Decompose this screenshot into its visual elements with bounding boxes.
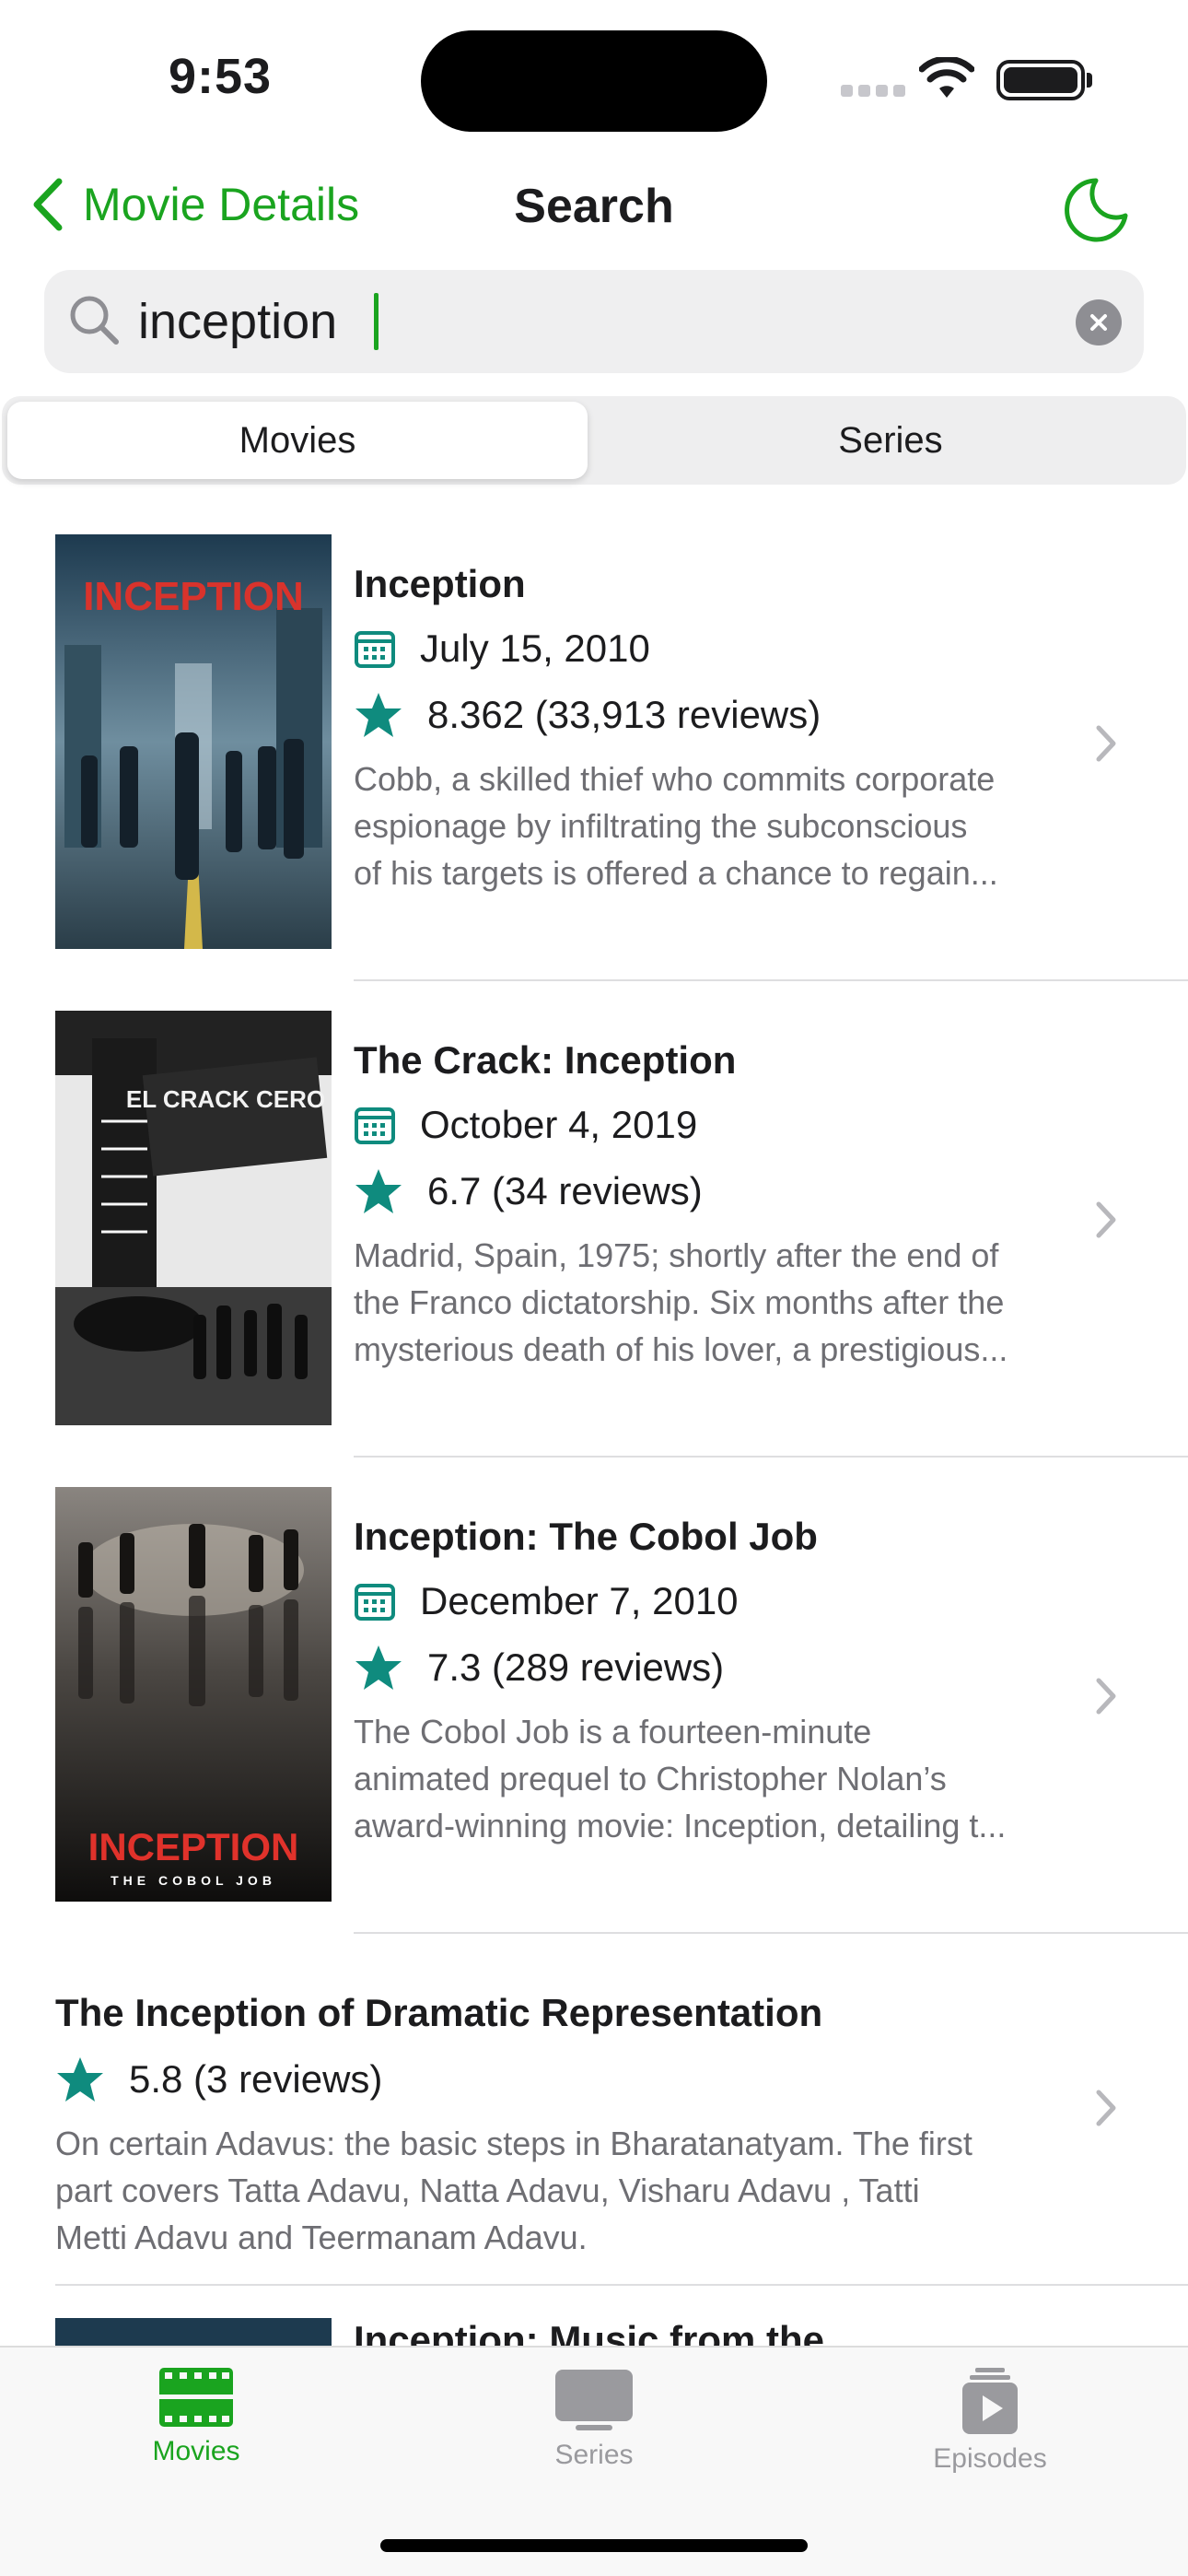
star-icon xyxy=(355,693,402,737)
chevron-right-icon xyxy=(1096,1678,1116,1715)
search-input[interactable] xyxy=(138,270,1059,373)
poster-title-text: INCEPTION xyxy=(88,1825,299,1868)
rating: 7.3 (289 reviews) xyxy=(354,1644,1090,1692)
tab-movies[interactable]: Movies xyxy=(104,2366,288,2467)
calendar-icon xyxy=(355,631,395,668)
tv-icon xyxy=(555,2370,633,2430)
rating: 8.362 (33,913 reviews) xyxy=(354,691,1090,739)
row-separator xyxy=(55,2284,1188,2286)
result-description: On certain Adavus: the basic steps in Bh… xyxy=(55,2125,973,2256)
poster-title-text: EL CRACK CERO xyxy=(126,1085,325,1113)
tab-label: Episodes xyxy=(933,2443,1047,2474)
list-item[interactable]: INCEPTION THE COBOL JOB Inception: The C… xyxy=(0,1487,1188,1934)
episodes-icon xyxy=(962,2368,1018,2434)
result-title: The Crack: Inception xyxy=(354,1038,737,1082)
movie-poster: EL CRACK CERO xyxy=(55,1011,332,1425)
movie-poster: INCEPTION THE COBOL JOB xyxy=(55,1487,332,1902)
tab-episodes[interactable]: Episodes xyxy=(898,2366,1082,2475)
chevron-right-icon xyxy=(1096,725,1116,762)
film-icon xyxy=(159,2368,233,2427)
star-icon xyxy=(355,1645,402,1690)
row-separator xyxy=(354,979,1188,981)
calendar-icon xyxy=(355,1584,395,1621)
list-item[interactable]: The Inception of Dramatic Representation… xyxy=(0,1963,1188,2286)
segmented-control: Movies Series xyxy=(2,396,1186,485)
segment-series[interactable]: Series xyxy=(600,402,1181,479)
result-title: Inception xyxy=(354,562,526,605)
result-description: Madrid, Spain, 1975; shortly after the e… xyxy=(354,1236,1008,1368)
status-time: 9:53 xyxy=(169,49,273,104)
poster-subtitle-text: THE COBOL JOB xyxy=(111,1873,276,1888)
rating: 6.7 (34 reviews) xyxy=(354,1167,1090,1215)
release-date: July 15, 2010 xyxy=(354,626,1090,671)
movie-poster: INCEPTION xyxy=(55,534,332,949)
text-cursor xyxy=(374,293,379,350)
result-description: Cobb, a skilled thief who commits corpor… xyxy=(354,760,998,892)
result-title: The Inception of Dramatic Representation xyxy=(55,1991,823,2034)
chevron-right-icon xyxy=(1096,2090,1116,2126)
poster-title-text: INCEPTION xyxy=(83,574,304,619)
tab-label: Movies xyxy=(152,2436,240,2466)
row-separator xyxy=(354,1456,1188,1458)
search-bar[interactable] xyxy=(44,270,1144,373)
status-bar: 9:53 xyxy=(0,0,1188,157)
cellular-signal-icon xyxy=(841,85,905,97)
star-icon xyxy=(57,2057,103,2102)
list-item[interactable]: INCEPTION Inception July 15, 2010 8.362 … xyxy=(0,534,1188,981)
wifi-icon xyxy=(919,57,974,98)
clear-search-button[interactable] xyxy=(1076,299,1122,345)
page-title: Search xyxy=(514,180,674,233)
moon-icon[interactable] xyxy=(1059,173,1133,247)
close-icon xyxy=(1090,314,1107,331)
segment-movies[interactable]: Movies xyxy=(7,402,588,479)
row-separator xyxy=(354,1932,1188,1934)
search-icon xyxy=(70,296,119,345)
tab-series[interactable]: Series xyxy=(502,2366,686,2471)
chevron-right-icon xyxy=(1096,1201,1116,1238)
calendar-icon xyxy=(355,1107,395,1144)
dynamic-island xyxy=(421,30,767,132)
battery-icon xyxy=(996,60,1092,100)
star-icon xyxy=(355,1169,402,1213)
tab-label: Series xyxy=(554,2440,634,2470)
result-description: The Cobol Job is a fourteen-minute anima… xyxy=(354,1713,1007,1844)
result-title: Inception: The Cobol Job xyxy=(354,1515,818,1558)
release-date: December 7, 2010 xyxy=(354,1579,1090,1623)
rating: 5.8 (3 reviews) xyxy=(55,2055,1090,2103)
list-item[interactable]: EL CRACK CERO The Crack: Inception Octob… xyxy=(0,1011,1188,1458)
release-date: October 4, 2019 xyxy=(354,1103,1090,1147)
home-indicator xyxy=(380,2539,808,2552)
